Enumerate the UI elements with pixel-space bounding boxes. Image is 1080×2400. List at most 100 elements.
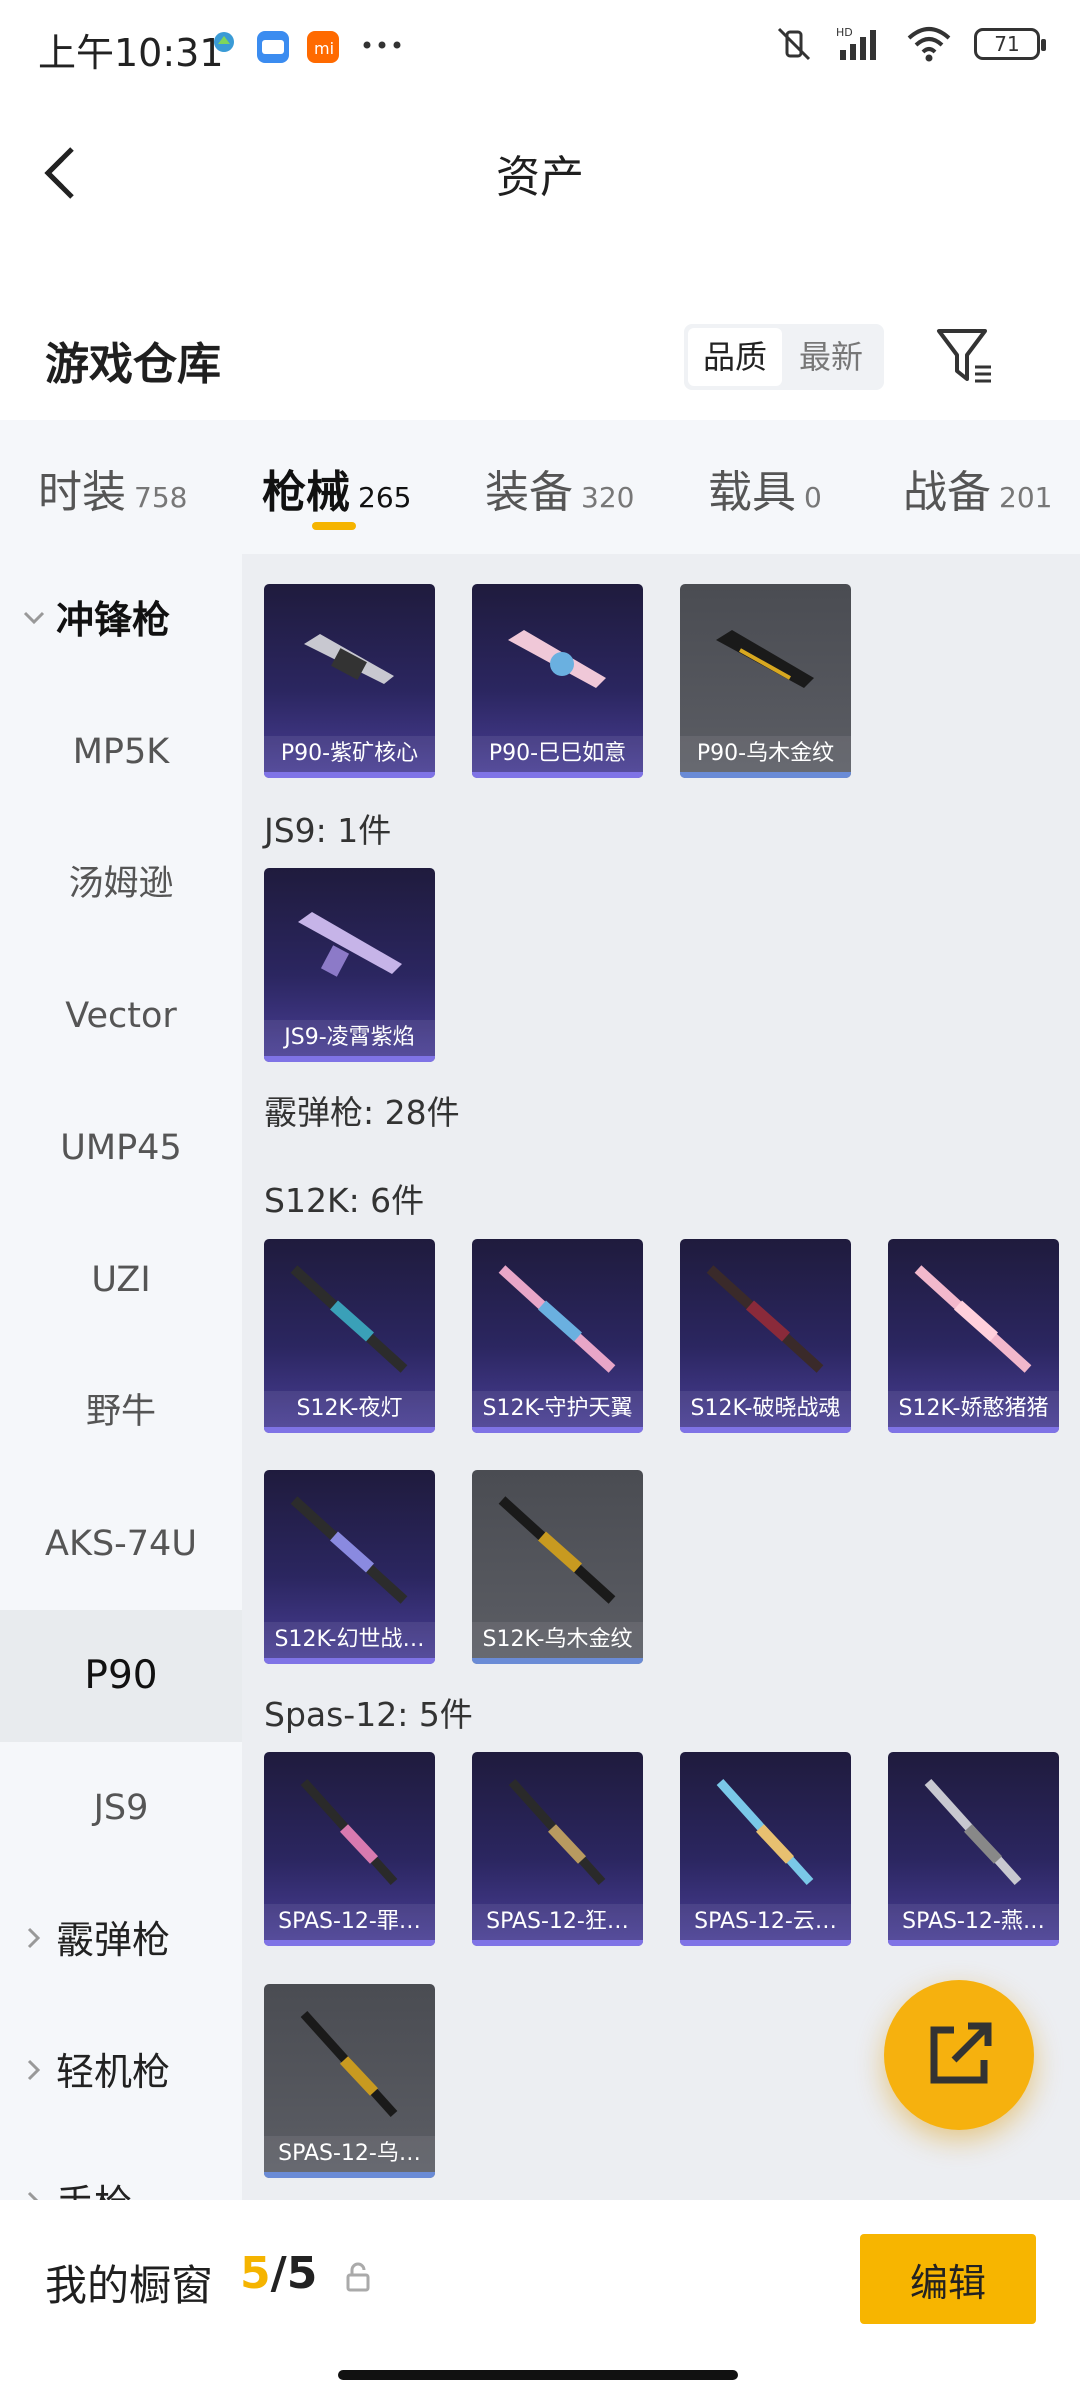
section-title: 游戏仓库 <box>45 339 221 390</box>
showcase-title: 我的橱窗 <box>45 2261 214 2310</box>
skin-name: SPAS-12-乌… <box>264 2136 435 2172</box>
sidebar-item-mp5k[interactable]: MP5K <box>0 686 242 818</box>
more-dots-icon <box>363 41 401 49</box>
group-title-spas12: Spas-12: 5件 <box>264 1695 473 1734</box>
sidebar-group-label: 冲锋枪 <box>56 598 171 642</box>
sidebar-group-smg[interactable]: 冲锋枪 <box>0 554 242 686</box>
skin-name: P90-紫矿核心 <box>264 736 435 772</box>
s12k-skin-icon <box>914 1265 1032 1373</box>
sort-newest-button[interactable]: 最新 <box>784 328 878 386</box>
chevron-right-icon <box>27 1927 41 1949</box>
skin-name: S12K-破晓战魂 <box>680 1391 851 1427</box>
showcase-separator: / <box>270 2248 287 2299</box>
showcase-count: 5/5 <box>240 2248 317 2299</box>
s12k-skin-icon <box>498 1265 616 1373</box>
wallet-icon <box>257 31 289 63</box>
sidebar-item-ump45[interactable]: UMP45 <box>0 1082 242 1214</box>
tab-vehicles[interactable]: 载具 0 <box>708 456 822 520</box>
skin-card[interactable]: JS9-凌霄紫焰 <box>264 868 435 1062</box>
skin-name: SPAS-12-云… <box>680 1904 851 1940</box>
svg-text:HD: HD <box>836 26 853 39</box>
sidebar-item-uzi[interactable]: UZI <box>0 1214 242 1346</box>
share-button[interactable] <box>884 1980 1034 2130</box>
sidebar-item-vector[interactable]: Vector <box>0 950 242 1082</box>
skin-name: S12K-娇憨猪猪 <box>888 1391 1059 1427</box>
wifi-icon <box>907 27 951 62</box>
rarity-bar <box>264 1658 435 1664</box>
skin-card[interactable]: SPAS-12-狂… <box>472 1752 643 1946</box>
skin-card[interactable]: P90-巳巳如意 <box>472 584 643 778</box>
tab-count: 320 <box>581 481 635 514</box>
sidebar-item-thompson[interactable]: 汤姆逊 <box>0 818 242 950</box>
tab-fashion[interactable]: 时装 758 <box>38 456 187 520</box>
category-tabs: 时装 758 枪械 265 装备 320 载具 0 战备 201 <box>0 420 1080 554</box>
skin-name: S12K-乌木金纹 <box>472 1622 643 1658</box>
sidebar-group-label: 霰弹枪 <box>56 1918 171 1962</box>
tab-supplies[interactable]: 战备 201 <box>903 456 1052 520</box>
tab-guns[interactable]: 枪械 265 <box>262 456 411 520</box>
tab-label: 枪械 <box>262 467 350 518</box>
rarity-bar <box>264 2172 435 2178</box>
sort-quality-button[interactable]: 品质 <box>688 328 782 386</box>
spas12-skin-icon <box>300 1778 398 1886</box>
p90-skin-icon <box>304 634 394 684</box>
svg-text:mi: mi <box>314 39 334 58</box>
signal-icon: HD <box>836 26 876 60</box>
spas12-skin-icon <box>508 1778 606 1886</box>
group-title-js9: JS9: 1件 <box>264 811 392 850</box>
sidebar-group-shotgun[interactable]: 霰弹枪 <box>0 1874 242 2006</box>
sidebar-item-aks74u[interactable]: AKS-74U <box>0 1478 242 1610</box>
skin-name: SPAS-12-狂… <box>472 1904 643 1940</box>
sidebar-group-lmg[interactable]: 轻机枪 <box>0 2006 242 2138</box>
rarity-bar <box>264 1940 435 1946</box>
skin-name: SPAS-12-燕… <box>888 1904 1059 1940</box>
warehouse-header: 游戏仓库 品质 最新 <box>0 310 1080 420</box>
tab-count: 0 <box>804 481 822 514</box>
skin-card[interactable]: S12K-破晓战魂 <box>680 1239 851 1433</box>
battery-indicator: 71 <box>974 28 1046 60</box>
skin-card[interactable]: S12K-守护天翼 <box>472 1239 643 1433</box>
chevron-down-icon <box>23 611 45 625</box>
sidebar-group-label: 手枪 <box>56 2138 132 2200</box>
top-nav: 资产 <box>0 95 1080 245</box>
sidebar-item-bizon[interactable]: 野牛 <box>0 1346 242 1478</box>
skin-name: S12K-守护天翼 <box>472 1391 643 1427</box>
skin-name: P90-乌木金纹 <box>680 736 851 772</box>
skin-card[interactable]: P90-紫矿核心 <box>264 584 435 778</box>
skin-card[interactable]: SPAS-12-燕… <box>888 1752 1059 1946</box>
app-notification-icon <box>214 32 234 52</box>
status-right: HD 71 <box>774 24 1046 64</box>
rarity-bar <box>888 1940 1059 1946</box>
sidebar-item-js9[interactable]: JS9 <box>0 1742 242 1874</box>
filter-icon[interactable] <box>935 325 995 387</box>
skin-card[interactable]: S12K-乌木金纹 <box>472 1470 643 1664</box>
skin-card[interactable]: P90-乌木金纹 <box>680 584 851 778</box>
rarity-bar <box>264 1427 435 1433</box>
rarity-bar <box>680 772 851 778</box>
spas12-skin-icon <box>924 1778 1022 1886</box>
sidebar-item-p90[interactable]: P90 <box>0 1610 242 1742</box>
skin-card[interactable]: S12K-夜灯 <box>264 1239 435 1433</box>
status-time: 上午10:31 <box>38 31 224 75</box>
tab-label: 时装 <box>38 467 126 518</box>
tab-equipment[interactable]: 装备 320 <box>485 456 634 520</box>
sort-toggle: 品质 最新 <box>684 324 884 390</box>
skin-card[interactable]: SPAS-12-云… <box>680 1752 851 1946</box>
rarity-bar <box>680 1940 851 1946</box>
tab-label: 战备 <box>903 467 991 518</box>
s12k-skin-icon <box>290 1265 408 1373</box>
skin-card[interactable]: SPAS-12-罪… <box>264 1752 435 1946</box>
skin-name: SPAS-12-罪… <box>264 1904 435 1940</box>
skin-card[interactable]: SPAS-12-乌… <box>264 1984 435 2178</box>
tab-count: 201 <box>999 481 1053 514</box>
chevron-right-icon <box>27 2059 41 2081</box>
spas12-skin-icon <box>300 2010 398 2118</box>
skin-card[interactable]: S12K-娇憨猪猪 <box>888 1239 1059 1433</box>
rarity-bar <box>888 1427 1059 1433</box>
s12k-skin-icon <box>498 1496 616 1604</box>
p90-skin-icon <box>716 630 814 688</box>
sidebar-group-pistol[interactable]: 手枪 <box>0 2138 242 2200</box>
mi-icon: mi <box>307 31 339 63</box>
skin-card[interactable]: S12K-幻世战… <box>264 1470 435 1664</box>
edit-button[interactable]: 编辑 <box>860 2234 1036 2324</box>
